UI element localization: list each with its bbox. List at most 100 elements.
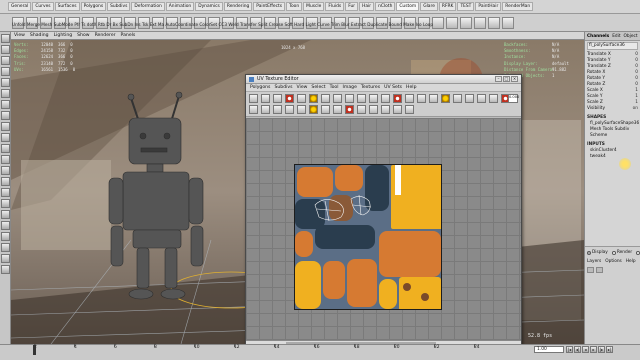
selected-object-name[interactable]: fl_polySurface36 [587,42,638,50]
radio-dot[interactable] [636,250,640,255]
shelf-tool-icon[interactable] [432,16,444,29]
shelf-tab-rfrk[interactable]: RFRK [438,2,457,11]
uv-canvas[interactable] [246,118,521,345]
go-to-end-button[interactable]: ▸| [606,346,613,353]
uv-tool-icon[interactable] [465,94,474,103]
uv-tool-icon[interactable] [369,94,378,103]
shelf-tab-general[interactable]: General [8,2,32,11]
uv-tool-icon[interactable] [321,94,330,103]
uv-tool-icon[interactable] [261,105,270,114]
toolbox-tool-icon[interactable] [1,199,10,208]
current-frame-marker[interactable] [33,345,36,355]
uv-tool-icon[interactable] [369,105,378,114]
uv-tool-icon[interactable] [333,94,342,103]
toolbox-tool-icon[interactable] [1,56,10,65]
play-forward-button[interactable]: ▸ [590,346,597,353]
toolbox-tool-icon[interactable] [1,122,10,131]
channel-box-tab-edit[interactable]: Edit [612,34,620,40]
layer-radio-display[interactable]: Display [587,250,608,255]
uv-tool-icon[interactable] [297,105,306,114]
toolbox-tool-icon[interactable] [1,144,10,153]
shelf-tab-dynamics[interactable]: Dynamics [195,2,223,11]
channel-row[interactable]: Visibility on [587,106,638,112]
uv-tool-icon[interactable] [357,105,366,114]
shelf-tab-toon[interactable]: Toon [286,2,303,11]
uv-tool-icon[interactable] [405,105,414,114]
uv-tool-icon[interactable] [321,105,330,114]
viewport-menu-renderer[interactable]: Renderer [95,33,116,38]
channel-box-tab-object[interactable]: Object [624,34,638,40]
uv-tool-icon[interactable] [417,94,426,103]
shelf-tool-icon[interactable] [460,16,472,29]
toolbox-tool-icon[interactable] [1,243,10,252]
shelf-tool-icon[interactable] [488,16,500,29]
uv-tool-icon[interactable] [249,94,258,103]
uv-tool-icon[interactable] [453,94,462,103]
minimize-button[interactable]: – [495,76,502,82]
go-to-start-button[interactable]: |◂ [566,346,573,353]
uv-tool-icon[interactable] [441,94,450,103]
uv-texture-editor-window[interactable]: UV Texture Editor – □ × Polygons Subdivs V… [245,74,522,346]
uv-menu-subdivs[interactable]: Subdivs [274,85,292,90]
shelf-tab-custom[interactable]: Custom [396,2,420,11]
shelf-tab-renderman[interactable]: RenderMan [502,2,534,11]
play-back-button[interactable]: ◂ [582,346,589,353]
toolbox-tool-icon[interactable] [1,133,10,142]
shelf-tab-subdivs[interactable]: Subdivs [107,2,131,11]
uv-tool-icon[interactable] [261,94,270,103]
uv-coordinate-field[interactable]: 0.000 [508,94,519,103]
toolbox-tool-icon[interactable] [1,67,10,76]
layer-menu-options[interactable]: Options [605,259,622,264]
uv-tool-icon[interactable] [345,94,354,103]
close-button[interactable]: × [511,76,518,82]
toolbox-tool-icon[interactable] [1,155,10,164]
uv-tool-icon[interactable] [381,94,390,103]
viewport-menu-show[interactable]: Show [77,33,89,38]
uv-menu-tool[interactable]: Tool [330,85,339,90]
viewport-menu-view[interactable]: View [14,33,25,38]
layer-radio-render[interactable]: Render [611,250,632,255]
viewport-menu-panels[interactable]: Panels [121,33,136,38]
toolbox-tool-icon[interactable] [1,265,10,274]
step-back-button[interactable]: ◂| [574,346,581,353]
uv-tool-icon[interactable] [429,94,438,103]
uv-tool-icon[interactable] [333,105,342,114]
new-layer-icon[interactable] [587,267,594,273]
uv-tool-icon[interactable] [477,94,486,103]
shelf-tab-rendering[interactable]: Rendering [223,2,253,11]
viewport-menu-lighting[interactable]: Lighting [54,33,73,38]
shape-node[interactable]: Mesh Tools Subdiv Scheme [587,127,638,139]
uv-menu-textures[interactable]: Textures [361,85,380,90]
uv-tool-icon[interactable] [393,94,402,103]
uv-tool-icon[interactable] [405,94,414,103]
uv-tool-icon[interactable] [381,105,390,114]
shelf-tab-animation[interactable]: Animation [165,2,195,11]
layer-radio-anim[interactable]: Anim [636,250,640,255]
uv-tool-icon[interactable] [285,105,294,114]
layer-menu-help[interactable]: Help [626,259,636,264]
uv-menu-view[interactable]: View [297,85,308,90]
uv-tool-icon[interactable] [273,94,282,103]
uv-tool-icon[interactable] [345,105,354,114]
uv-tool-icon[interactable] [309,105,318,114]
uv-tool-icon[interactable] [273,105,282,114]
toolbox-tool-icon[interactable] [1,177,10,186]
shelf-tab-painthair[interactable]: PaintHair [475,2,502,11]
uv-tool-icon[interactable] [489,94,498,103]
maximize-button[interactable]: □ [503,76,510,82]
input-node[interactable]: tweak4 [587,154,638,160]
toolbox-tool-icon[interactable] [1,188,10,197]
shelf-tab-curves[interactable]: Curves [32,2,54,11]
toolbox-tool-icon[interactable] [1,78,10,87]
uv-editor-titlebar[interactable]: UV Texture Editor – □ × [246,75,521,84]
viewport-menu-shading[interactable]: Shading [30,33,49,38]
channel-box-tab-channels[interactable]: Channels [587,34,609,40]
uv-menu-help[interactable]: Help [406,85,416,90]
time-slider[interactable]: 24681012141618202224 1.00 |◂ ◂| ◂ ▸ |▸ ▸… [0,344,640,360]
uv-menu-uv-sets[interactable]: UV Sets [384,85,402,90]
uv-tool-icon[interactable] [297,94,306,103]
new-layer-selected-icon[interactable] [596,267,603,273]
shelf-tool-icon[interactable] [446,16,458,29]
toolbox-tool-icon[interactable] [1,45,10,54]
channel-value[interactable]: on [633,106,638,112]
